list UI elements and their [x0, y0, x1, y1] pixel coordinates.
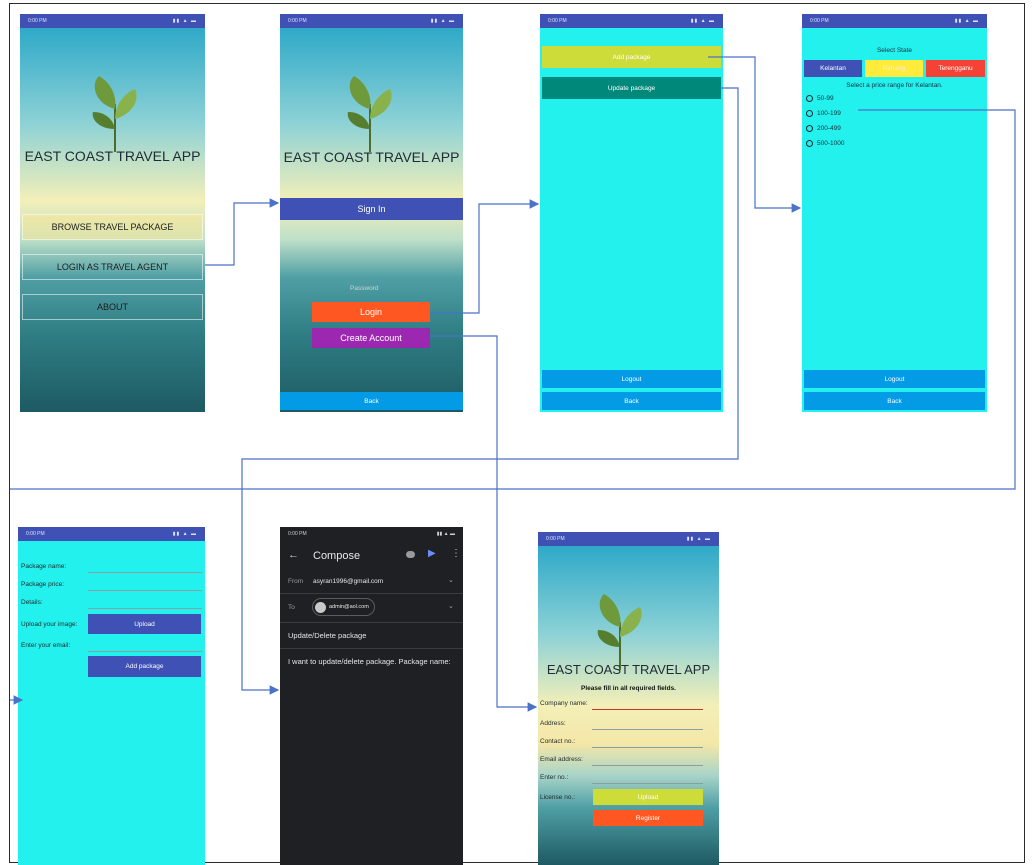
arrow-create-account-to-register [430, 335, 538, 712]
flow-arrows [10, 56, 1016, 712]
arrow-browse-to-add-form [10, 109, 1016, 490]
arrow-update-package-to-compose [241, 87, 739, 695]
arrow-add-package-to-form [708, 56, 802, 213]
arrow-login-to-agent-menu [430, 199, 540, 314]
arrow-home-to-login [205, 198, 280, 266]
